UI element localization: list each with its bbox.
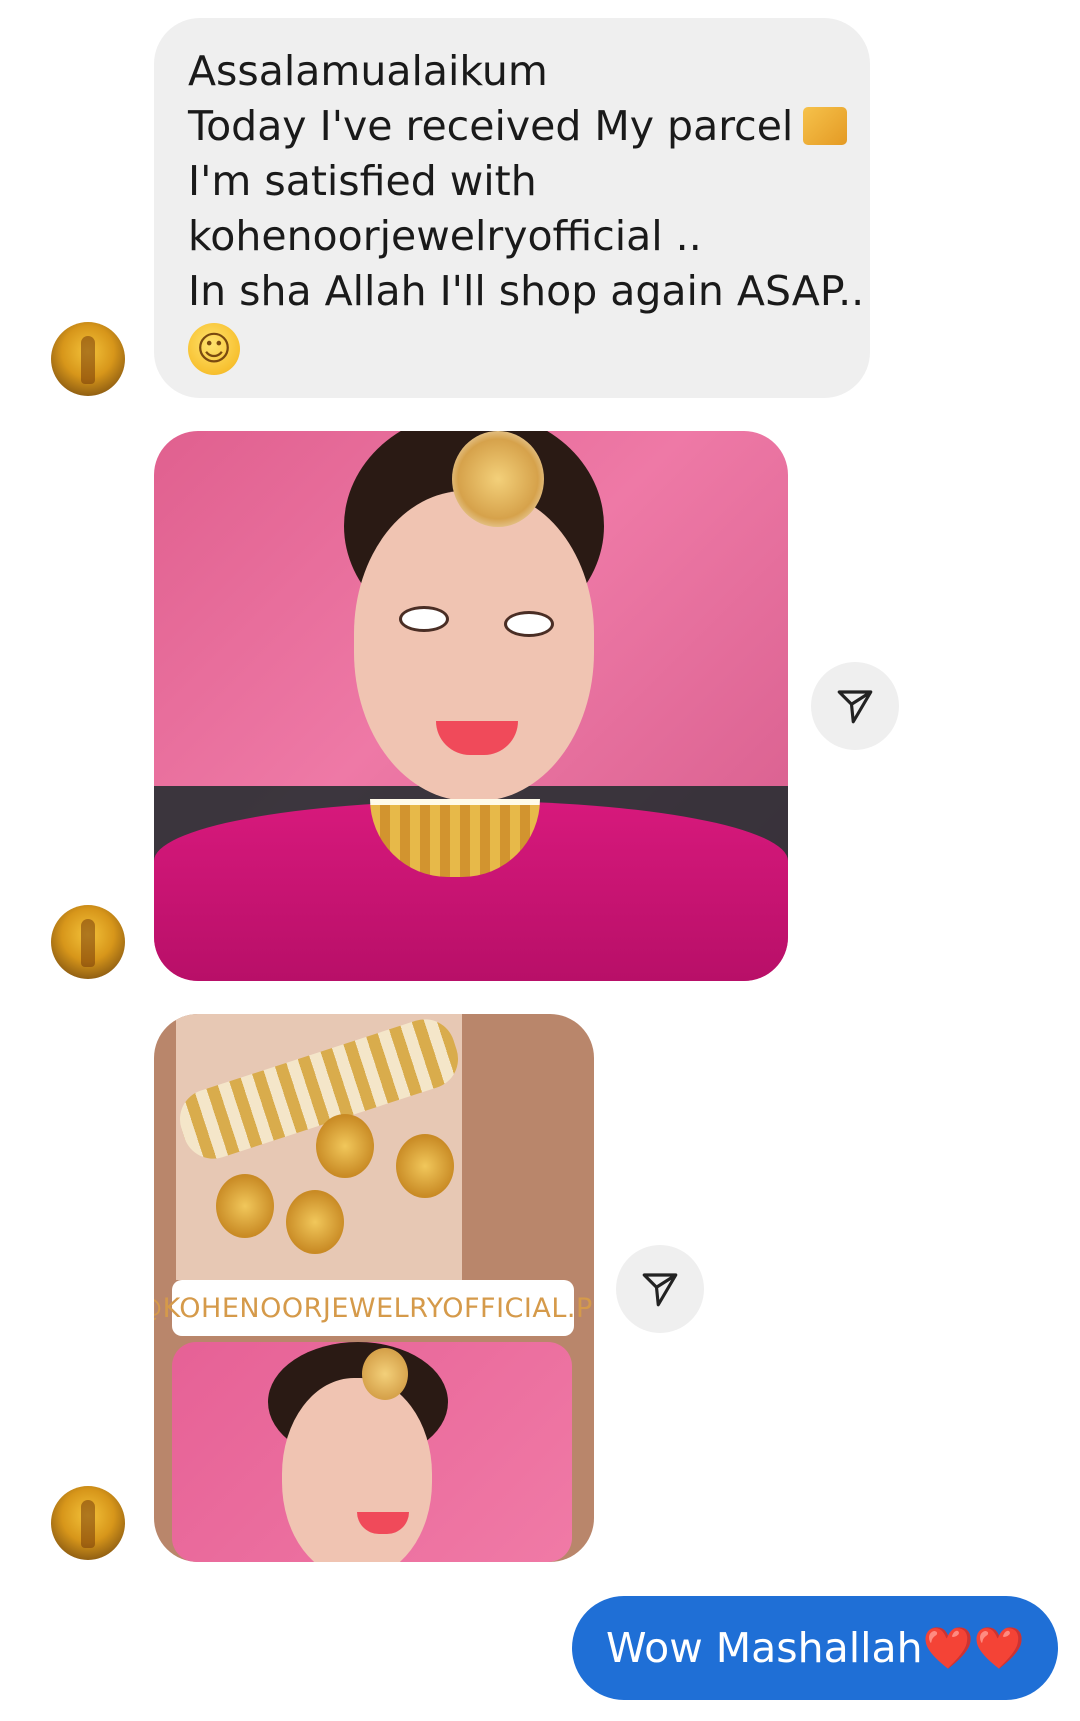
message-line-1: Assalamualaikum — [188, 47, 548, 95]
message-line-5: In sha Allah I'll shop again ASAP.. — [188, 267, 865, 315]
message-line-2: Today I've received My parcel — [188, 102, 794, 150]
photo-earring — [286, 1190, 344, 1254]
red-heart-emoji-icon: ❤️❤️ — [922, 1624, 1025, 1672]
smiling-emoji-icon: ☺ — [188, 323, 240, 375]
sender-avatar[interactable] — [51, 322, 125, 396]
outgoing-message-bubble[interactable]: Wow Mashallah❤️❤️ — [572, 1596, 1058, 1700]
send-paper-plane-icon — [642, 1273, 678, 1307]
photo-maang-tikka — [362, 1348, 408, 1400]
chat-thread: Assalamualaikum Today I've received My p… — [0, 0, 1080, 1721]
photo-eye-left — [399, 606, 449, 632]
photo-maang-tikka — [452, 431, 544, 527]
photo-face — [282, 1378, 432, 1562]
photo-pendant — [316, 1114, 374, 1178]
incoming-message-bubble[interactable]: Assalamualaikum Today I've received My p… — [154, 18, 870, 398]
photo-jewelry-set — [172, 1014, 466, 1280]
package-emoji-icon — [803, 107, 848, 145]
sender-avatar[interactable] — [51, 905, 125, 979]
photo-selfie-thumbnail — [172, 1342, 572, 1562]
share-button[interactable] — [811, 662, 899, 750]
share-button[interactable] — [616, 1245, 704, 1333]
photo-earring — [396, 1134, 454, 1198]
send-paper-plane-icon — [837, 690, 873, 724]
outgoing-message-text: Wow Mashallah — [606, 1624, 923, 1672]
brand-tag-label: @KOHENOORJEWELRYOFFICIAL.PK — [154, 1280, 594, 1336]
photo-eye-right — [504, 611, 554, 637]
photo-earring — [216, 1174, 274, 1238]
photo-message-jewelry[interactable]: @KOHENOORJEWELRYOFFICIAL.PK — [154, 1014, 594, 1562]
message-line-4: kohenoorjewelryofficial .. — [188, 212, 702, 260]
photo-message-selfie[interactable] — [154, 431, 788, 981]
message-line-3: I'm satisfied with — [188, 157, 537, 205]
sender-avatar[interactable] — [51, 1486, 125, 1560]
